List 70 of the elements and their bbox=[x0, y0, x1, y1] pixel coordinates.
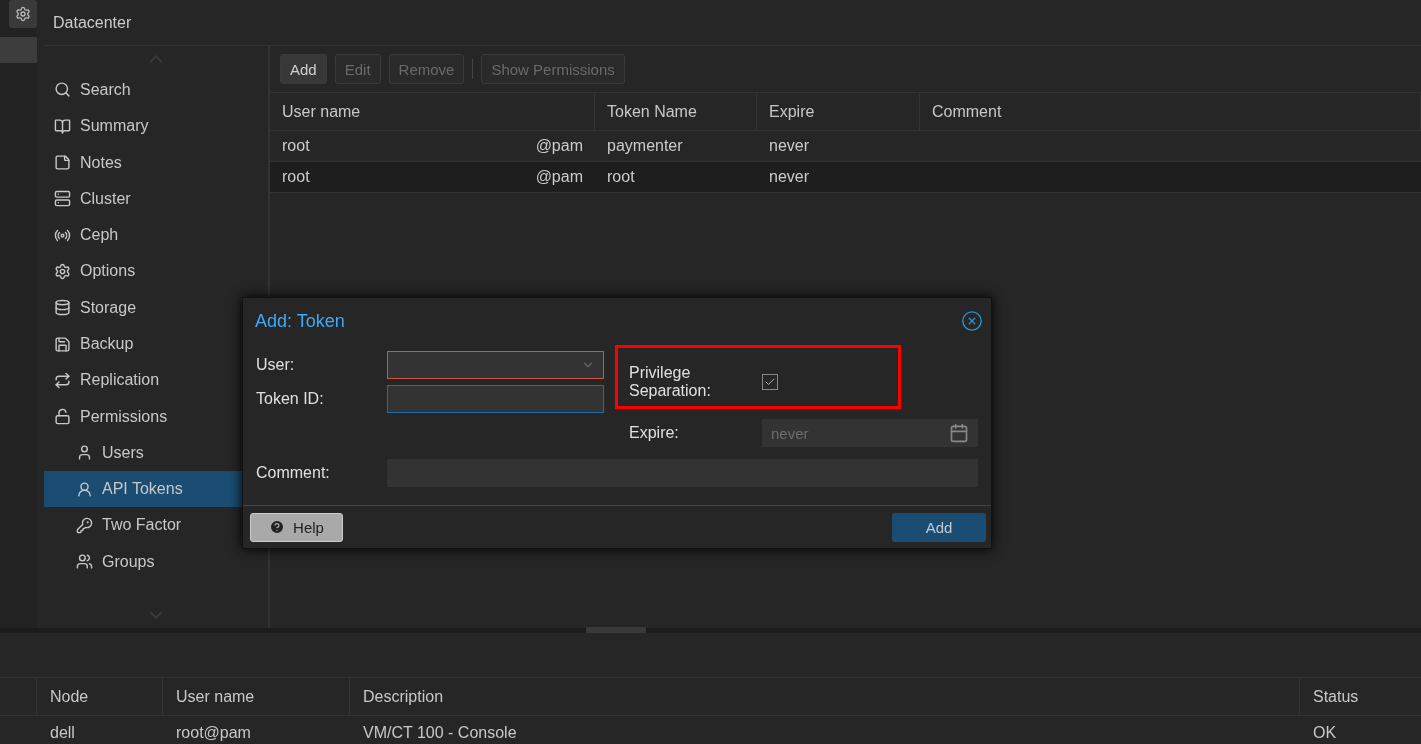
table-cell: root bbox=[607, 168, 635, 186]
check-icon bbox=[764, 376, 776, 388]
table-row[interactable]: root @pam root never bbox=[270, 162, 1421, 193]
nav-item[interactable]: Users bbox=[44, 434, 242, 472]
table-cell: @pam bbox=[535, 137, 583, 155]
checkbox[interactable] bbox=[762, 374, 778, 390]
nav-item[interactable]: Summary bbox=[44, 108, 242, 145]
column-header[interactable]: Description bbox=[350, 678, 1300, 715]
book-icon bbox=[54, 117, 71, 135]
panel-title: Datacenter bbox=[53, 13, 132, 32]
user-dropdown[interactable] bbox=[387, 351, 604, 379]
field-label: Comment: bbox=[256, 464, 330, 481]
table-cell: paymenter bbox=[607, 137, 683, 155]
nav-item[interactable]: Cluster bbox=[44, 180, 242, 217]
close-icon bbox=[961, 310, 983, 332]
table-cell: VM/CT 100 - Console bbox=[363, 724, 517, 742]
nav-item[interactable]: Search bbox=[44, 71, 242, 109]
column-header[interactable]: Expire bbox=[757, 93, 920, 130]
add-button[interactable]: Add bbox=[892, 512, 986, 542]
table-cell: OK bbox=[1313, 724, 1337, 742]
placeholder-text: never bbox=[771, 424, 809, 442]
table-cell: root@pam bbox=[176, 724, 251, 742]
nav-item[interactable]: Notes bbox=[44, 144, 242, 181]
nav-item[interactable]: Two Factor bbox=[44, 507, 242, 544]
column-header[interactable]: Token Name bbox=[595, 93, 757, 130]
column-header[interactable]: Comment bbox=[920, 93, 1421, 130]
nav-item[interactable]: Options bbox=[44, 253, 242, 290]
field-label: User: bbox=[256, 356, 295, 373]
settings-icon bbox=[54, 262, 71, 280]
user-icon bbox=[76, 480, 93, 498]
column-header[interactable]: Node bbox=[37, 678, 163, 715]
nav-item[interactable]: API Tokens bbox=[44, 471, 242, 508]
note-icon bbox=[54, 154, 71, 171]
table-cell: never bbox=[769, 168, 810, 186]
help-button[interactable]: Help bbox=[250, 512, 343, 542]
dialog-title: Add: Token bbox=[255, 310, 345, 332]
table-cell: root bbox=[282, 137, 310, 155]
settings-button[interactable] bbox=[9, 0, 37, 28]
floppy-icon bbox=[54, 335, 71, 353]
nav-item[interactable]: Ceph bbox=[44, 216, 242, 254]
close-button[interactable] bbox=[961, 310, 983, 332]
unlock-icon bbox=[54, 408, 71, 426]
nav-item[interactable]: Replication bbox=[44, 362, 242, 399]
column-header[interactable]: Status bbox=[1300, 678, 1421, 715]
table-cell: never bbox=[769, 137, 810, 155]
key-icon bbox=[76, 517, 93, 534]
toolbar-button[interactable]: Add bbox=[280, 54, 327, 84]
help-icon bbox=[269, 519, 286, 535]
nav-item[interactable]: Storage bbox=[44, 289, 242, 326]
field-label: Token ID: bbox=[256, 390, 324, 407]
nav-item[interactable]: Groups bbox=[44, 543, 242, 580]
user-icon bbox=[76, 444, 93, 462]
repeat-icon bbox=[54, 371, 71, 389]
field-label: Privilege Separation: bbox=[629, 364, 712, 400]
settings-icon bbox=[15, 6, 31, 22]
table-cell: @pam bbox=[535, 168, 583, 186]
nav-item[interactable]: Permissions bbox=[44, 398, 242, 435]
token-id-field[interactable] bbox=[387, 385, 604, 413]
table-cell: dell bbox=[50, 724, 75, 742]
calendar-icon[interactable] bbox=[949, 423, 969, 443]
splitter-handle[interactable] bbox=[586, 627, 646, 633]
column-header[interactable]: User name bbox=[163, 678, 350, 715]
server-icon bbox=[54, 190, 71, 208]
column-header[interactable]: User name bbox=[270, 93, 595, 130]
nav-item[interactable]: Backup bbox=[44, 325, 242, 363]
search-icon bbox=[54, 81, 71, 99]
table-cell: root bbox=[282, 168, 310, 186]
field-label: Expire: bbox=[629, 424, 679, 441]
database-icon bbox=[54, 299, 71, 317]
users-icon bbox=[76, 553, 93, 571]
